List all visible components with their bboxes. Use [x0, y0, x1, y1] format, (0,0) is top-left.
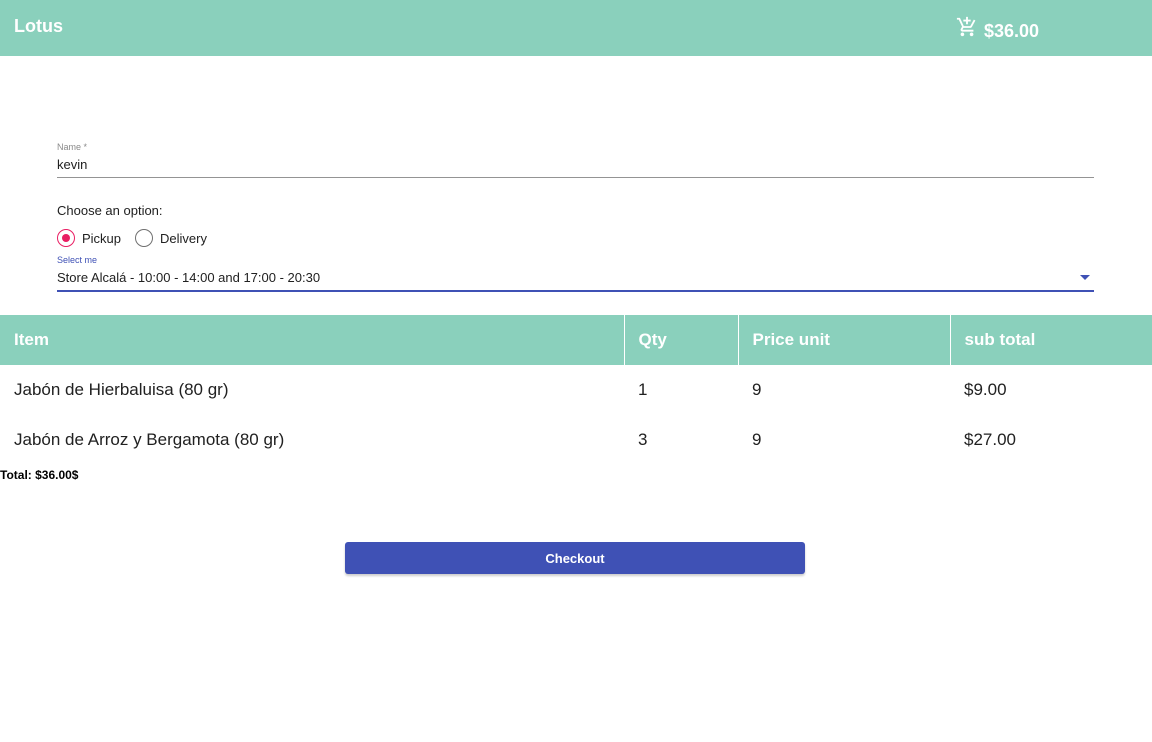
radio-delivery-circle[interactable]: [135, 229, 154, 247]
app-title[interactable]: Lotus: [14, 16, 63, 37]
cell-sub-total: $27.00: [964, 430, 1016, 449]
store-select-label: Select me: [57, 255, 98, 265]
header-qty: Qty: [624, 315, 739, 365]
cell-qty: 1: [638, 380, 648, 399]
checkout-button[interactable]: Checkout: [345, 542, 805, 574]
radio-delivery[interactable]: Delivery: [135, 229, 207, 247]
store-select[interactable]: Select me Store Alcalá - 10:00 - 14:00 a…: [57, 254, 1094, 292]
app-toolbar: Lotus $36.00: [0, 0, 1152, 56]
name-input[interactable]: kevin: [57, 157, 87, 172]
cell-qty: 3: [638, 430, 648, 449]
add-shopping-cart-icon[interactable]: [956, 16, 978, 38]
cell-item: Jabón de Arroz y Bergamota (80 gr): [14, 430, 285, 449]
cart-table: Item Qty Price unit sub total Jabón de H…: [0, 315, 1152, 465]
radio-delivery-label[interactable]: Delivery: [160, 231, 207, 246]
order-total: Total: $36.00$: [0, 468, 79, 482]
dropdown-arrow-icon[interactable]: [1080, 275, 1090, 280]
header-sub-total: sub total: [950, 315, 1152, 365]
header-item: Item: [0, 315, 625, 365]
radio-pickup-label[interactable]: Pickup: [82, 231, 121, 246]
name-field-label: Name *: [57, 142, 88, 152]
cell-sub-total: $9.00: [964, 380, 1007, 399]
table-row: Jabón de Arroz y Bergamota (80 gr) 3 9 $…: [0, 415, 1152, 465]
cell-price-unit: 9: [752, 380, 762, 399]
table-row: Jabón de Hierbaluisa (80 gr) 1 9 $9.00: [0, 365, 1152, 415]
radio-pickup[interactable]: Pickup: [57, 229, 121, 247]
cart-button[interactable]: $36.00: [956, 11, 1039, 43]
option-prompt: Choose an option:: [57, 203, 163, 218]
store-select-value[interactable]: Store Alcalá - 10:00 - 14:00 and 17:00 -…: [57, 270, 320, 285]
cart-total: $36.00: [984, 20, 1040, 41]
cell-item: Jabón de Hierbaluisa (80 gr): [14, 380, 229, 399]
name-field[interactable]: Name * kevin: [57, 140, 1094, 178]
fulfillment-radio-group: Pickup Delivery: [57, 229, 221, 247]
header-price-unit: Price unit: [738, 315, 951, 365]
cell-price-unit: 9: [752, 430, 762, 449]
radio-pickup-circle[interactable]: [57, 229, 75, 247]
table-header-row: Item Qty Price unit sub total: [0, 315, 1152, 365]
